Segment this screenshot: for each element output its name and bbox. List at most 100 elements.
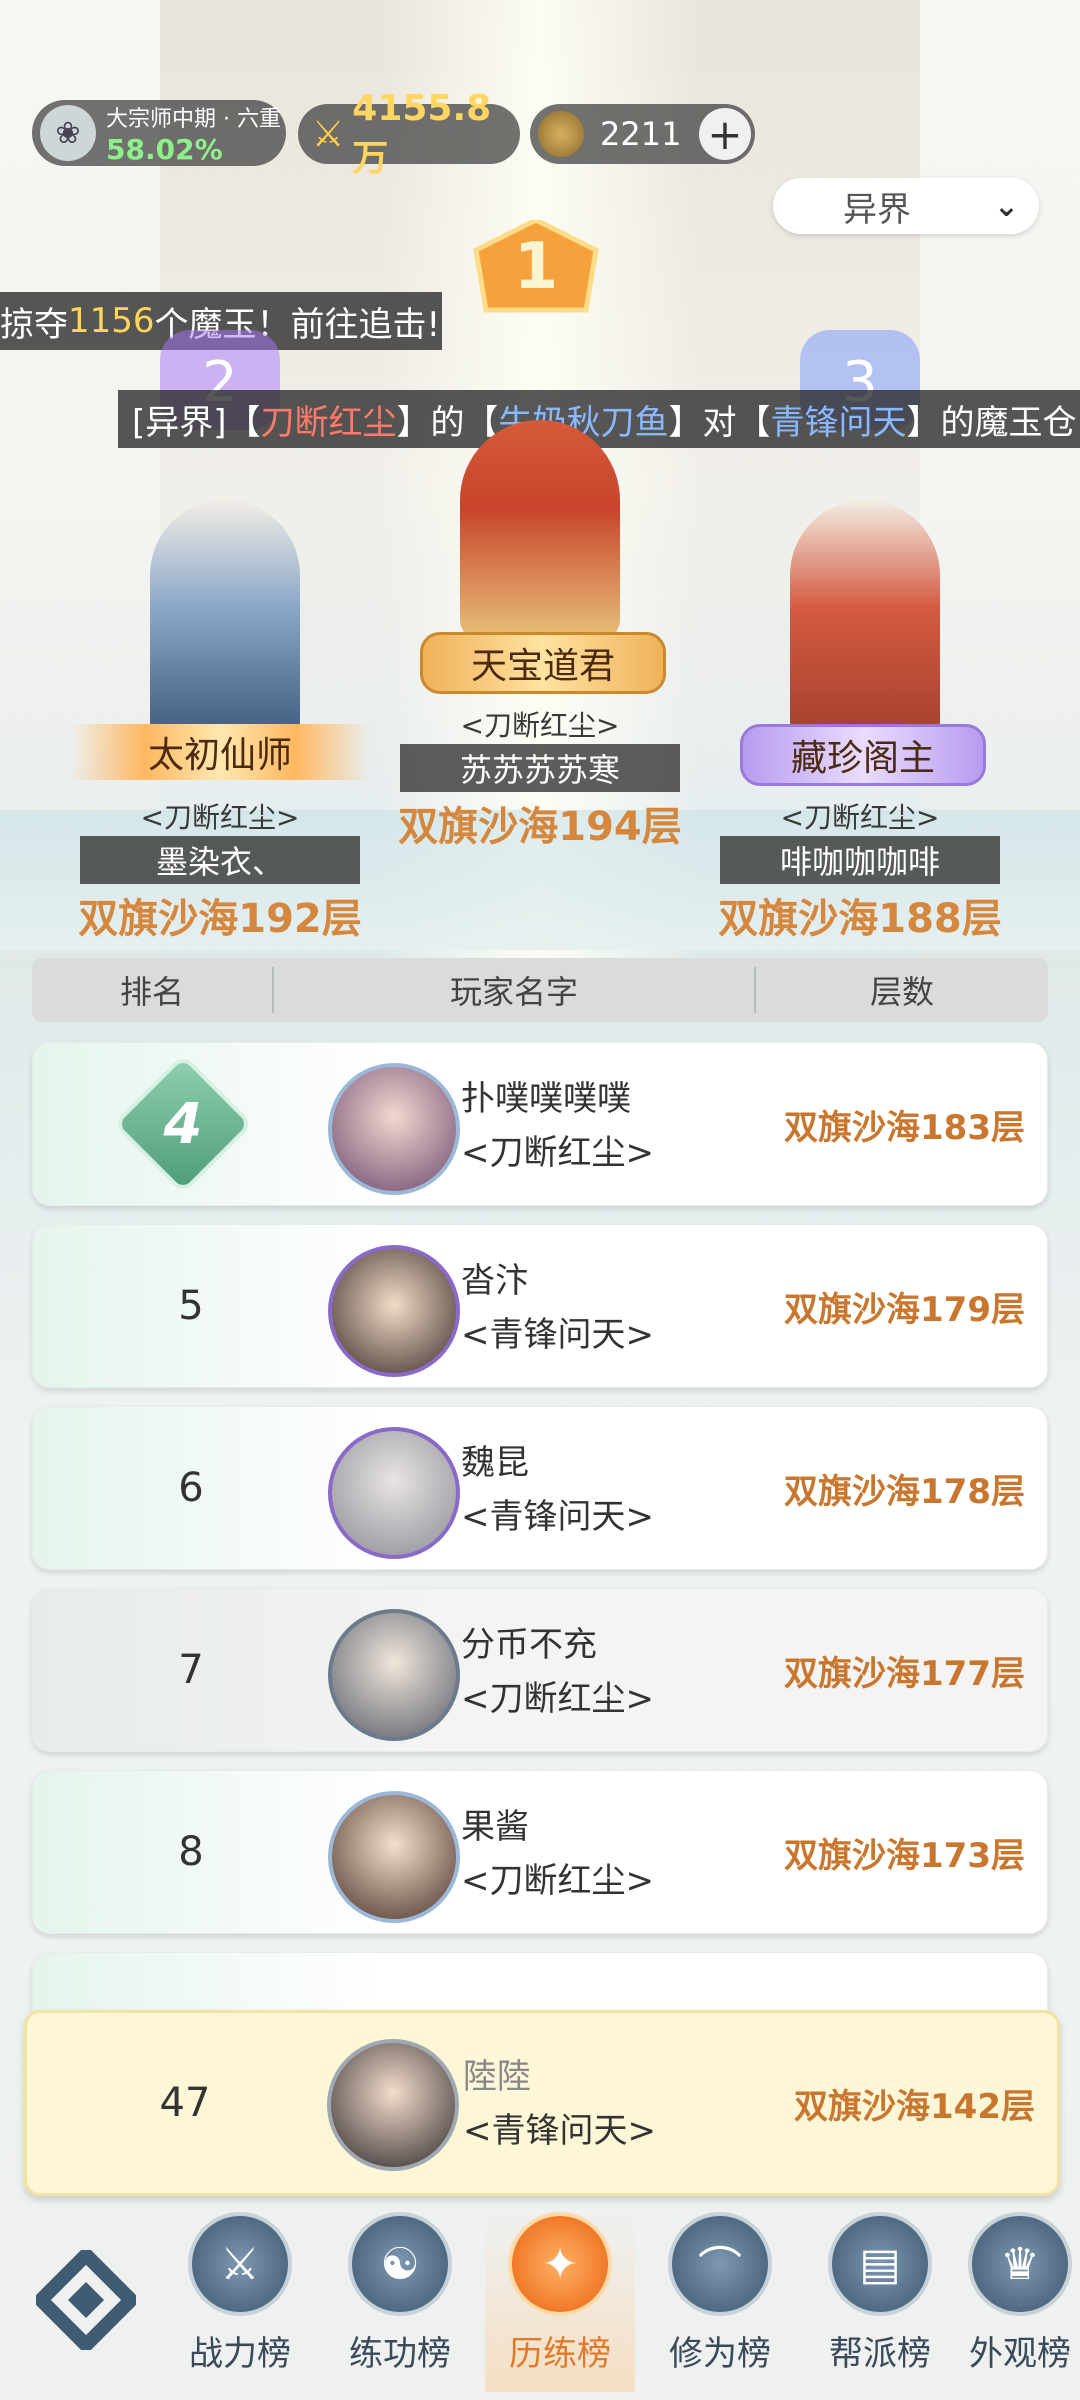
my-avatar[interactable] (327, 2039, 459, 2171)
costume-icon: ♛ (968, 2212, 1072, 2316)
table-row[interactable]: 6 魏昆 <青锋问天> 双旗沙海178层 (32, 1406, 1048, 1570)
my-rank-row[interactable]: 47 陸陸 <青锋问天> 双旗沙海142层 (24, 2010, 1060, 2196)
bottom-nav: ⚔ 战力榜 ☯ 练功榜 ✦ 历练榜 ⌒ 修为榜 ▤ 帮派榜 ♛ 外观榜 (0, 2200, 1080, 2400)
table-row[interactable]: 7 分币不充 <刀断红尘> 双旗沙海177层 (32, 1588, 1048, 1752)
avatar[interactable] (328, 1791, 460, 1923)
podium-1st-name: 苏苏苏苏寒 (400, 744, 680, 792)
podium-1st-guild: <刀断红尘> (460, 709, 620, 742)
back-diamond-icon[interactable] (31, 2245, 141, 2355)
avatar[interactable] (328, 1427, 460, 1559)
podium-1st-character[interactable] (460, 420, 620, 640)
rank-title: 大宗师中期 · 六重 (106, 106, 281, 132)
power-value: 4155.8万 (352, 87, 492, 179)
player-name: 扑噗噗噗噗 (461, 1079, 631, 1119)
tab-training-rank[interactable]: ☯ 练功榜 (325, 2212, 475, 2392)
rank-4-badge: 4 (103, 1043, 263, 1205)
scroll-icon: ▤ (828, 2212, 932, 2316)
rank-number: 6 (178, 1465, 204, 1511)
swords-icon: ⚔ (188, 2212, 292, 2316)
podium-3rd-guild: <刀断红尘> (780, 801, 940, 834)
player-name: 沓汴 (461, 1261, 529, 1301)
tab-guild-rank-label: 帮派榜 (829, 2334, 931, 2374)
my-player-name: 陸陸 (463, 2057, 531, 2097)
podium-3rd-title: 藏珍阁主 (740, 724, 986, 786)
chevron-down-icon: ⌄ (993, 188, 1019, 224)
player-floor: 双旗沙海183层 (784, 1107, 1025, 1148)
avatar[interactable] (328, 1609, 460, 1741)
podium-2nd-character[interactable] (150, 500, 300, 740)
power-swords-icon: ⚔ (312, 113, 345, 155)
podium-2nd-name: 墨染衣、 (80, 836, 360, 884)
rank-1-emblem: 1 (466, 217, 606, 320)
player-guild: <刀断红尘> (461, 1133, 654, 1173)
my-rank-number: 47 (159, 2080, 211, 2126)
ticker1-count: 1156 (68, 301, 155, 341)
player-guild: <青锋问天> (461, 1315, 654, 1355)
player-floor: 双旗沙海173层 (784, 1835, 1025, 1876)
my-player-floor: 双旗沙海142层 (794, 2086, 1035, 2127)
rank-1-number: 1 (513, 230, 559, 304)
podium-2nd-floor: 双旗沙海192层 (78, 896, 362, 942)
ranking-table-header: 排名 玩家名字 层数 (32, 958, 1048, 1022)
rank-percent: 58.02% (106, 132, 223, 166)
table-row[interactable]: 4 扑噗噗噗噗 <刀断红尘> 双旗沙海183层 (32, 1042, 1048, 1206)
podium-3rd-floor: 双旗沙海188层 (718, 896, 1002, 942)
tab-guild-rank[interactable]: ▤ 帮派榜 (805, 2212, 955, 2392)
tab-power-rank-label: 战力榜 (189, 2334, 291, 2374)
yin-yang-icon: ☯ (348, 2212, 452, 2316)
my-player-guild: <青锋问天> (463, 2111, 656, 2151)
avatar[interactable] (328, 1063, 460, 1195)
player-name: 魏昆 (461, 1443, 529, 1483)
col-name-header: 玩家名字 (274, 967, 756, 1013)
col-rank-header: 排名 (32, 967, 274, 1013)
ticker2-part-d: 】的魔玉仓 (906, 402, 1077, 443)
rank-number: 7 (178, 1647, 204, 1693)
rank-level-pill[interactable]: ❀ 大宗师中期 · 六重 58.02% (32, 100, 286, 166)
jade-coin-icon (538, 111, 584, 157)
player-floor: 双旗沙海178层 (784, 1471, 1025, 1512)
player-guild: <青锋问天> (461, 1497, 654, 1537)
podium-1st-floor: 双旗沙海194层 (398, 804, 682, 850)
podium-3rd-character[interactable] (790, 500, 940, 740)
realm-dropdown[interactable]: 异界 ⌄ (773, 178, 1039, 234)
add-currency-button[interactable]: + (699, 108, 751, 160)
realm-dropdown-value: 异界 (843, 189, 911, 230)
tab-training-rank-label: 练功榜 (349, 2334, 451, 2374)
ticker2-part-b: 】的【 (396, 402, 499, 443)
tab-appearance-rank-label: 外观榜 (969, 2334, 1071, 2374)
tab-power-rank[interactable]: ⚔ 战力榜 (165, 2212, 315, 2392)
rank-number: 8 (178, 1829, 204, 1875)
tab-cultivation-rank-label: 修为榜 (669, 2334, 771, 2374)
currency-pill[interactable]: 2211 + (530, 104, 755, 164)
player-guild: <刀断红尘> (461, 1861, 654, 1901)
rank-number: 4 (163, 1091, 203, 1157)
podium-3rd-name: 啡咖咖咖啡 (720, 836, 1000, 884)
tab-experience-rank-label: 历练榜 (509, 2334, 611, 2374)
table-row[interactable]: 5 沓汴 <青锋问天> 双旗沙海179层 (32, 1224, 1048, 1388)
power-pill[interactable]: ⚔ 4155.8万 (298, 88, 520, 179)
shuriken-icon: ✦ (508, 2212, 612, 2316)
player-floor: 双旗沙海177层 (784, 1653, 1025, 1694)
cultivation-avatar-icon: ❀ (40, 105, 96, 161)
rank-number: 5 (178, 1283, 204, 1329)
tab-cultivation-rank[interactable]: ⌒ 修为榜 (645, 2212, 795, 2392)
player-name: 分币不充 (461, 1625, 597, 1665)
player-floor: 双旗沙海179层 (784, 1289, 1025, 1330)
tab-appearance-rank[interactable]: ♛ 外观榜 (960, 2212, 1080, 2392)
ticker1-prefix: 掠夺 (0, 304, 68, 345)
tab-experience-rank[interactable]: ✦ 历练榜 (485, 2212, 635, 2392)
currency-value: 2211 (600, 115, 682, 153)
ticker2-part-c: 】对【 (668, 402, 771, 443)
ticker2-guild2: 青锋问天 (770, 402, 907, 443)
ticker2-guild1: 刀断红尘 (260, 402, 397, 443)
podium-1st-title: 天宝道君 (420, 632, 666, 694)
player-guild: <刀断红尘> (461, 1679, 654, 1719)
player-name: 果酱 (461, 1807, 529, 1847)
announcement-ticker-2[interactable]: [异界]【 刀断红尘 】的【 牛奶秋刀鱼 】对【 青锋问天 】的魔玉仓 (118, 390, 1080, 448)
ticker2-part-a: [异界]【 (132, 402, 261, 443)
table-row[interactable]: 8 果酱 <刀断红尘> 双旗沙海173层 (32, 1770, 1048, 1934)
hat-icon: ⌒ (668, 2212, 772, 2316)
avatar[interactable] (328, 1245, 460, 1377)
col-floor-header: 层数 (869, 973, 934, 1011)
podium-2nd-guild: <刀断红尘> (140, 801, 300, 834)
